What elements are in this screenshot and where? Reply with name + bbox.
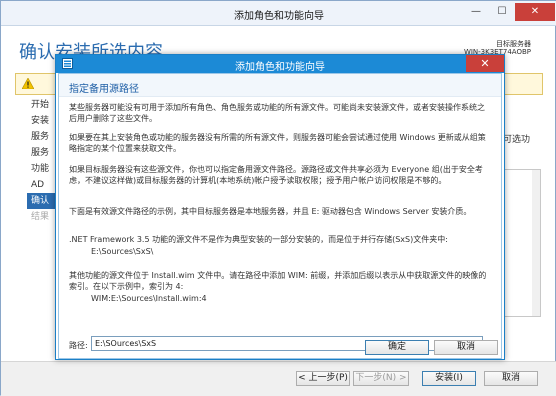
optional-features-text: 可选功 bbox=[503, 135, 531, 145]
dialog-heading-bar: 指定备用源路径 bbox=[59, 74, 501, 97]
paragraph-windows-update: 如果要在其上安装角色或功能的服务器没有所需的所有源文件，则服务器可能会尝试通过使… bbox=[69, 133, 486, 153]
ok-button[interactable]: 确定 bbox=[365, 340, 429, 355]
dialog-titlebar[interactable]: 添加角色和功能向导 ✕ bbox=[56, 55, 504, 73]
example-path-wim: WIM:E:\Sources\Install.wim:4 bbox=[91, 294, 207, 303]
paragraph-permissions: 如果目标服务器没有这些源文件，你也可以指定备用源文件路径。源路径或文件共享必须为… bbox=[69, 165, 483, 185]
example-path-sxs: E:\Sources\SxS\ bbox=[91, 247, 154, 256]
dialog-title: 添加角色和功能向导 bbox=[235, 62, 325, 73]
dialog-cancel-button[interactable]: 取消 bbox=[434, 340, 498, 355]
next-button: 下一步(N) > bbox=[353, 371, 409, 386]
previous-button[interactable]: < 上一步(P) bbox=[296, 371, 350, 386]
list-scrollbar[interactable] bbox=[532, 170, 540, 316]
paragraph-wim: 其他功能的源文件位于 Install.wim 文件中。请在路径中添加 WIM: … bbox=[69, 271, 487, 291]
dialog-close-button[interactable]: ✕ bbox=[466, 55, 504, 72]
wizard-cancel-button[interactable]: 取消 bbox=[484, 371, 538, 386]
background-close-button[interactable]: ✕ bbox=[515, 3, 555, 21]
minimize-button[interactable]: — bbox=[463, 3, 489, 21]
paragraph-example-intro: 下面是有效源文件路径的示例，其中目标服务器是本地服务器，并且 E: 驱动器包含 … bbox=[69, 207, 472, 216]
alternate-source-dialog: 添加角色和功能向导 ✕ 指定备用源路径 某些服务器可能没有可用于添加所有角色、角… bbox=[55, 54, 505, 360]
install-button[interactable]: 安装(I) bbox=[422, 371, 476, 386]
dialog-body: 指定备用源路径 某些服务器可能没有可用于添加所有角色、角色服务或功能的所有源文件… bbox=[58, 73, 502, 359]
paragraph-intro: 某些服务器可能没有可用于添加所有角色、角色服务或功能的所有源文件。可能尚未安装源… bbox=[69, 103, 485, 123]
maximize-button[interactable]: ☐ bbox=[489, 3, 515, 21]
warning-icon bbox=[22, 78, 34, 89]
wizard-footer: < 上一步(P) 下一步(N) > 安装(I) 取消 bbox=[1, 361, 556, 396]
path-label: 路径: bbox=[69, 341, 88, 350]
paragraph-netfx: .NET Framework 3.5 功能的源文件不是作为典型安装的一部分安装的… bbox=[69, 235, 448, 244]
background-titlebar: 添加角色和功能向导 — ☐ ✕ bbox=[1, 1, 556, 26]
dialog-heading: 指定备用源路径 bbox=[69, 84, 139, 95]
